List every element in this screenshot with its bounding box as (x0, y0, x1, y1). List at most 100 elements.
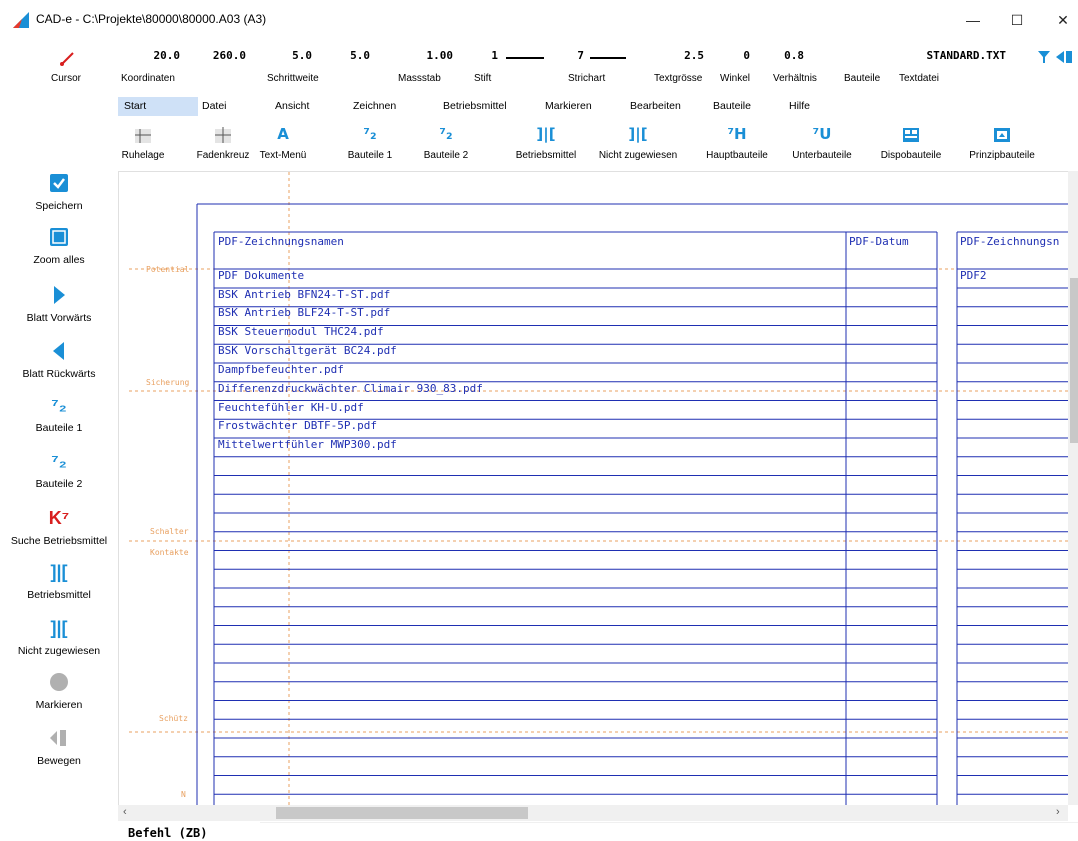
header-pdf-date: PDF-Datum (849, 235, 909, 248)
tool-label: Unterbauteile (792, 150, 852, 161)
side-label: Nicht zugewiesen (17, 645, 101, 657)
tool-label: Fadenkreuz (196, 150, 250, 161)
side-nicht-zugewiesen[interactable]: ]|[ Nicht zugewiesen (0, 617, 118, 657)
step-y-value[interactable]: 5.0 (328, 49, 370, 62)
vertical-scroll-thumb[interactable] (1070, 278, 1078, 443)
side-label: Bauteile 1 (35, 422, 83, 434)
components-1-icon: ⁷₂ (51, 395, 67, 415)
drawing-canvas[interactable]: PDF-Zeichnungsnamen PDF-Datum PDF-Zeichn… (118, 171, 1068, 805)
pen-line-sample (506, 57, 544, 59)
horizontal-scrollbar[interactable] (118, 805, 1068, 821)
tool-label: Text-Menü (259, 150, 307, 161)
row-col3-0: PDF2 (960, 269, 987, 282)
menu-bauteile[interactable]: Bauteile (707, 97, 757, 116)
tool-label: Ruhelage (121, 150, 165, 161)
menu-start[interactable]: Start (118, 97, 198, 116)
cursor-icon[interactable] (59, 51, 75, 67)
tool-bauteile-2[interactable]: ⁷₂ Bauteile 2 (416, 122, 476, 168)
side-speichern[interactable]: Speichern (0, 172, 118, 212)
components-label: Bauteile (844, 73, 881, 84)
components-2-icon: ⁷₂ (439, 125, 453, 143)
side-suche-betriebsmittel[interactable]: K⁷ Suche Betriebsmittel (0, 507, 118, 547)
tool-nicht-zugewiesen[interactable]: ]|[ Nicht zugewiesen (590, 122, 686, 168)
drawing-sheet (129, 172, 1068, 805)
filter-arrow-icon[interactable] (1038, 50, 1072, 64)
linetype-sample (590, 57, 626, 59)
menu-zeichnen[interactable]: Zeichnen (347, 97, 402, 116)
linetype-label: Strichart (568, 73, 606, 84)
pen-value[interactable]: 1 (476, 49, 498, 62)
menu-datei[interactable]: Datei (196, 97, 233, 116)
side-bauteile-2[interactable]: ⁷₂ Bauteile 2 (0, 450, 118, 490)
tool-ruhelage[interactable]: Ruhelage (120, 122, 166, 168)
step-x-value[interactable]: 5.0 (270, 49, 312, 62)
row-2: BSK Antrieb BLF24-T-ST.pdf (218, 306, 391, 319)
side-label: Speichern (35, 200, 83, 212)
side-markieren[interactable]: Markieren (0, 671, 118, 711)
arrow-right-icon (54, 286, 65, 304)
guide-label-schalter: Schalter (150, 527, 189, 536)
tool-label: Dispobauteile (880, 150, 942, 161)
side-blatt-vorwaerts[interactable]: Blatt Vorwärts (0, 284, 118, 324)
textfile-label: Textdatei (899, 73, 940, 84)
side-label: Bauteile 2 (35, 478, 83, 490)
menu-betriebsmittel[interactable]: Betriebsmittel (437, 97, 513, 116)
close-button[interactable]: ✕ (1048, 8, 1078, 32)
linetype-value[interactable]: 7 (562, 49, 584, 62)
pen-label: Stift (474, 73, 492, 84)
angle-value[interactable]: 0 (728, 49, 750, 62)
coord-y-value[interactable]: 260.0 (191, 49, 246, 62)
text-a-icon: A (277, 125, 289, 143)
tool-dispobauteile[interactable]: Dispobauteile (872, 122, 950, 168)
side-zoom-alles[interactable]: Zoom alles (0, 226, 118, 266)
tool-hauptbauteile[interactable]: ⁷H Hauptbauteile (700, 122, 774, 168)
tool-fadenkreuz[interactable]: Fadenkreuz (196, 122, 250, 168)
tool-betriebsmittel[interactable]: ]|[ Betriebsmittel (508, 122, 584, 168)
scale-label: Massstab (398, 73, 441, 84)
vertical-scrollbar[interactable] (1068, 171, 1078, 805)
side-bauteile-1[interactable]: ⁷₂ Bauteile 1 (0, 394, 118, 434)
maximize-button[interactable]: ☐ (1002, 8, 1032, 32)
scroll-left-icon[interactable]: ‹ (123, 806, 127, 818)
command-input[interactable] (260, 822, 1078, 841)
grid-rest-icon (135, 129, 151, 143)
move-icon (50, 730, 66, 746)
dispo-components-icon (903, 128, 919, 142)
text-size-value[interactable]: 2.5 (662, 49, 704, 62)
textfile-value[interactable]: STANDARD.TXT (898, 49, 1006, 62)
text-size-label: Textgrösse (654, 73, 703, 84)
menu-markieren[interactable]: Markieren (539, 97, 598, 116)
tool-text-menu[interactable]: A Text-Menü (254, 122, 312, 168)
ratio-value[interactable]: 0.8 (772, 49, 804, 62)
mark-circle-icon (50, 673, 68, 691)
arrow-left-icon (53, 342, 64, 360)
scroll-right-icon[interactable]: › (1056, 806, 1060, 818)
tool-prinzipbauteile[interactable]: Prinzipbauteile (962, 122, 1042, 168)
coord-x-value[interactable]: 20.0 (136, 49, 180, 62)
menu-hilfe[interactable]: Hilfe (783, 97, 816, 116)
main-components-icon: ⁷H (727, 125, 747, 143)
side-blatt-rueckwaerts[interactable]: Blatt Rückwärts (0, 340, 118, 380)
menu-ansicht[interactable]: Ansicht (269, 97, 315, 116)
tool-unterbauteile[interactable]: ⁷U Unterbauteile (786, 122, 858, 168)
row-5: Dampfbefeuchter.pdf (218, 363, 344, 376)
side-label: Suche Betriebsmittel (10, 535, 108, 547)
equipment-icon: ]|[ (50, 562, 68, 582)
side-bewegen[interactable]: Bewegen (0, 727, 118, 767)
row-9: Mittelwertfühler MWP300.pdf (218, 438, 397, 451)
header-pdf-names-2: PDF-Zeichnungsn (960, 235, 1060, 248)
search-equipment-icon: K⁷ (48, 508, 70, 528)
components-1-icon: ⁷₂ (363, 125, 377, 143)
scale-value[interactable]: 1.00 (405, 49, 453, 62)
side-label: Bewegen (37, 755, 81, 767)
horizontal-scroll-thumb[interactable] (276, 807, 528, 819)
tool-bauteile-1[interactable]: ⁷₂ Bauteile 1 (340, 122, 400, 168)
window-title: CAD-e - C:\Projekte\80000\80000.A03 (A3) (36, 12, 267, 26)
tool-label: Prinzipbauteile (969, 150, 1035, 161)
side-label: Markieren (35, 699, 83, 711)
menu-bearbeiten[interactable]: Bearbeiten (624, 97, 687, 116)
minimize-button[interactable]: — (958, 8, 988, 32)
guide-label-potential: Potential (146, 265, 190, 274)
side-betriebsmittel[interactable]: ]|[ Betriebsmittel (0, 561, 118, 601)
row-8: Frostwächter DBTF-5P.pdf (218, 419, 377, 432)
